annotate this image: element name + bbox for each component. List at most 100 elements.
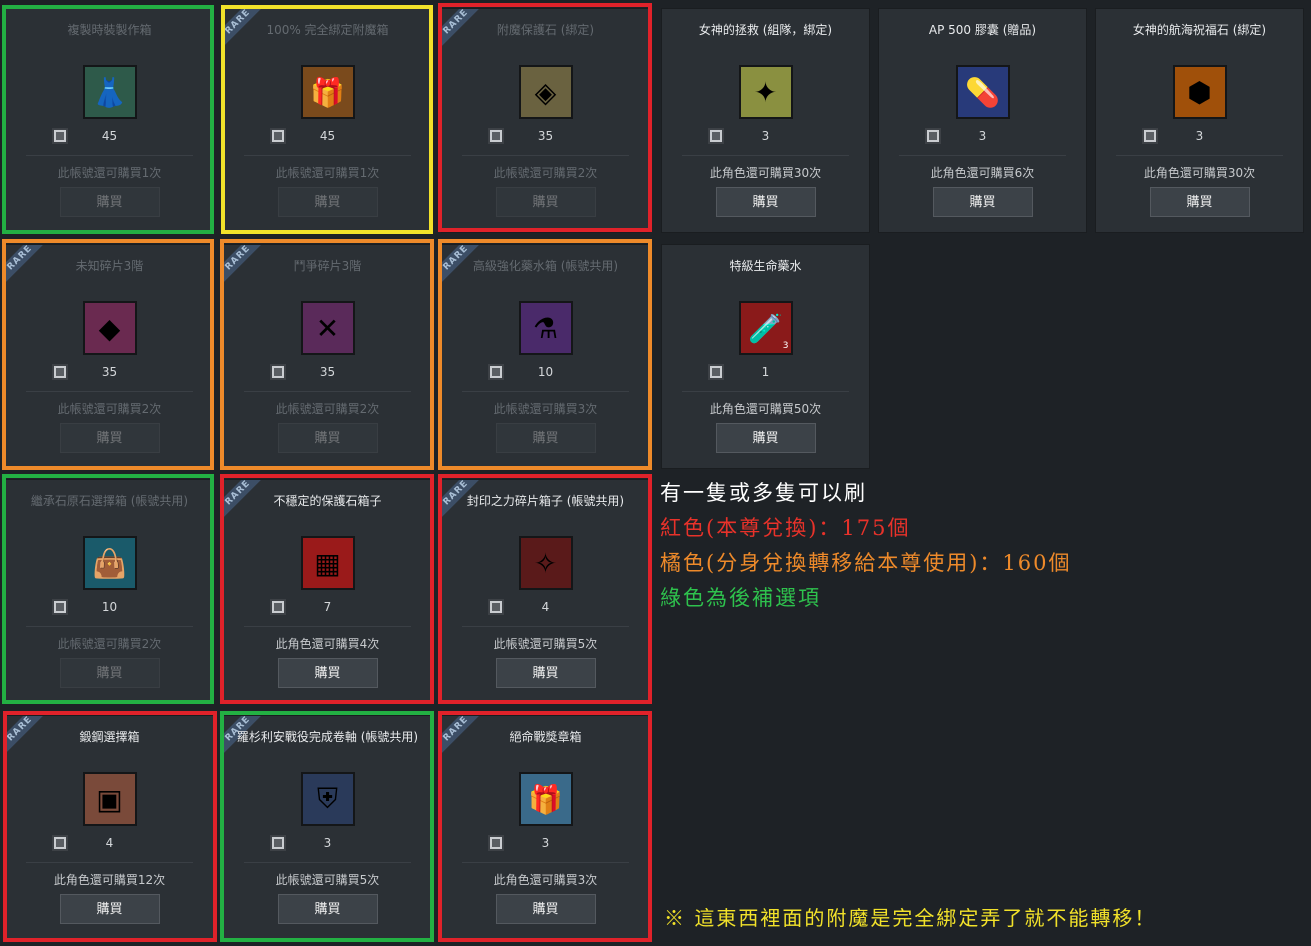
item-price: 7 xyxy=(323,600,332,614)
buy-button[interactable]: 購買 xyxy=(59,187,160,217)
item-card[interactable]: 繼承石原石選擇箱 (帳號共用) 👜 10 此帳號還可購買2次 購買 xyxy=(5,479,214,704)
item-card[interactable]: RARE 羅杉利安戰役完成卷軸 (帳號共用) ⛨ 3 此帳號還可購買5次 購買 xyxy=(223,715,432,940)
purchase-limit: 此帳號還可購買5次 xyxy=(493,637,598,651)
item-price: 3 xyxy=(761,129,770,143)
divider xyxy=(462,391,629,392)
item-title: 女神的拯救 (組隊，綁定) xyxy=(698,23,833,37)
divider xyxy=(682,391,849,392)
item-title: 附魔保護石 (綁定) xyxy=(496,23,595,37)
icon-glyph: ⬢ xyxy=(1187,75,1212,109)
divider xyxy=(244,862,411,863)
red-potion-icon[interactable]: 🧪 3 xyxy=(738,301,793,355)
goddess-icon[interactable]: ✦ xyxy=(738,65,793,119)
item-card[interactable]: 特級生命藥水 🧪 3 1 此角色還可購買50次 購買 xyxy=(661,244,870,469)
item-card[interactable]: RARE 鬥爭碎片3階 ✕ 35 此帳號還可購買2次 購買 xyxy=(223,244,432,469)
amber-stone-icon[interactable]: ⬢ xyxy=(1172,65,1227,119)
purchase-limit: 此角色還可購買4次 xyxy=(275,637,380,651)
buy-button[interactable]: 購買 xyxy=(277,658,378,688)
icon-glyph: 🎁 xyxy=(310,75,345,109)
icon-glyph: ✧ xyxy=(533,546,558,580)
note-green-legend: 綠色為後補選項 xyxy=(660,586,821,610)
purchase-limit: 此帳號還可購買2次 xyxy=(57,637,162,651)
item-price: 35 xyxy=(101,365,118,379)
item-price: 3 xyxy=(541,836,550,850)
purchase-limit: 此帳號還可購買2次 xyxy=(57,402,162,416)
potion-box-icon[interactable]: ⚗ xyxy=(518,301,573,355)
buy-button[interactable]: 購買 xyxy=(59,894,160,924)
purchase-limit: 此帳號還可購買3次 xyxy=(493,402,598,416)
item-price: 3 xyxy=(1195,129,1204,143)
seal-shard-box-icon[interactable]: ✧ xyxy=(518,536,573,590)
note-red-legend: 紅色(本尊兌換)：175個 xyxy=(660,516,911,540)
capsule-icon[interactable]: 💊 xyxy=(955,65,1010,119)
divider xyxy=(26,155,193,156)
item-card[interactable]: RARE 未知碎片3階 ◆ 35 此帳號還可購買2次 購買 xyxy=(5,244,214,469)
icon-glyph: ⛨ xyxy=(316,782,338,815)
purchase-limit: 此角色還可購買30次 xyxy=(1143,166,1256,180)
divider xyxy=(462,626,629,627)
battle-shard-icon[interactable]: ✕ xyxy=(300,301,355,355)
icon-glyph: 🧪 xyxy=(748,311,783,345)
item-title: 絕命戰獎章箱 xyxy=(509,730,582,744)
buy-button[interactable]: 購買 xyxy=(715,187,816,217)
icon-glyph: 💊 xyxy=(965,75,1000,109)
buy-button[interactable]: 購買 xyxy=(715,423,816,453)
item-price: 3 xyxy=(323,836,332,850)
purchase-limit: 此帳號還可購買2次 xyxy=(275,402,380,416)
item-title: AP 500 膠囊 (贈品) xyxy=(928,23,1037,37)
icon-glyph: ✕ xyxy=(315,311,340,345)
item-card[interactable]: RARE 高級強化藥水箱 (帳號共用) ⚗ 10 此帳號還可購買3次 購買 xyxy=(441,244,650,469)
item-card[interactable]: RARE 不穩定的保護石箱子 ▦ 7 此角色還可購買4次 購買 xyxy=(223,479,432,704)
purchase-limit: 此角色還可購買30次 xyxy=(709,166,822,180)
buy-button[interactable]: 購買 xyxy=(495,658,596,688)
buy-button[interactable]: 購買 xyxy=(495,423,596,453)
item-card[interactable]: RARE 鍛鋼選擇箱 ▣ 4 此角色還可購買12次 購買 xyxy=(5,715,214,940)
item-card[interactable]: 複製時裝製作箱 👗 45 此帳號還可購買1次 購買 xyxy=(5,8,214,233)
buy-button[interactable]: 購買 xyxy=(495,187,596,217)
purchase-limit: 此角色還可購買6次 xyxy=(930,166,1035,180)
divider xyxy=(244,391,411,392)
note-footer-warning: ※ 這東西裡面的附魔是完全綁定弄了就不能轉移！ xyxy=(664,906,1157,930)
purchase-limit: 此帳號還可購買1次 xyxy=(57,166,162,180)
item-card[interactable]: AP 500 膠囊 (贈品) 💊 3 此角色還可購買6次購買 xyxy=(878,8,1087,233)
divider xyxy=(462,862,629,863)
note-orange-legend: 橘色(分身兌換轉移給本尊使用)：160個 xyxy=(660,551,1072,575)
purchase-limit: 此帳號還可購買1次 xyxy=(275,166,380,180)
emblem-scroll-icon[interactable]: ⛨ xyxy=(300,772,355,826)
note-farmable: 有一隻或多隻可以刷 xyxy=(660,481,867,505)
purchase-limit: 此角色還可購買50次 xyxy=(709,402,822,416)
steel-box-icon[interactable]: ▣ xyxy=(82,772,137,826)
buy-button[interactable]: 購買 xyxy=(59,423,160,453)
gift-box-icon[interactable]: 🎁 xyxy=(300,65,355,119)
buy-button[interactable]: 購買 xyxy=(932,187,1033,217)
item-price: 3 xyxy=(978,129,987,143)
item-title: 不穩定的保護石箱子 xyxy=(273,494,382,508)
buy-button[interactable]: 購買 xyxy=(1149,187,1250,217)
item-card[interactable]: 女神的拯救 (組隊，綁定) ✦ 3 此角色還可購買30次購買 xyxy=(661,8,870,233)
purchase-limit: 此角色還可購買12次 xyxy=(53,873,166,887)
crystal-shard-icon[interactable]: ◆ xyxy=(82,301,137,355)
icon-glyph: ◈ xyxy=(534,75,557,109)
buy-button[interactable]: 購買 xyxy=(495,894,596,924)
item-price: 45 xyxy=(319,129,336,143)
icon-glyph: ▦ xyxy=(314,546,341,580)
medal-box-icon[interactable]: 🎁 xyxy=(518,772,573,826)
item-card[interactable]: RARE 附魔保護石 (綁定) ◈ 35 此帳號還可購買2次 購買 xyxy=(441,8,650,233)
item-title: 複製時裝製作箱 xyxy=(67,23,152,37)
item-card[interactable]: RARE 絕命戰獎章箱 🎁 3 此角色還可購買3次 購買 xyxy=(441,715,650,940)
stone-bag-icon[interactable]: 👜 xyxy=(82,536,137,590)
item-price: 1 xyxy=(761,365,770,379)
red-box-icon[interactable]: ▦ xyxy=(300,536,355,590)
buy-button[interactable]: 購買 xyxy=(277,423,378,453)
item-card[interactable]: 女神的航海祝福石 (綁定) ⬢ 3 此角色還可購買30次 購買 xyxy=(1095,8,1304,233)
buy-button[interactable]: 購買 xyxy=(59,658,160,688)
protection-stone-icon[interactable]: ◈ xyxy=(518,65,573,119)
item-card[interactable]: RARE 封印之力碎片箱子 (帳號共用) ✧ 4 此帳號還可購買5次 購買 xyxy=(441,479,650,704)
buy-button[interactable]: 購買 xyxy=(277,894,378,924)
icon-glyph: 👜 xyxy=(92,546,127,580)
mannequin-icon[interactable]: 👗 xyxy=(82,65,137,119)
item-price: 10 xyxy=(537,365,554,379)
item-title: 繼承石原石選擇箱 (帳號共用) xyxy=(30,494,189,508)
buy-button[interactable]: 購買 xyxy=(277,187,378,217)
item-card[interactable]: RARE 100% 完全綁定附魔箱 🎁 45 此帳號還可購買1次 購買 xyxy=(223,8,432,233)
